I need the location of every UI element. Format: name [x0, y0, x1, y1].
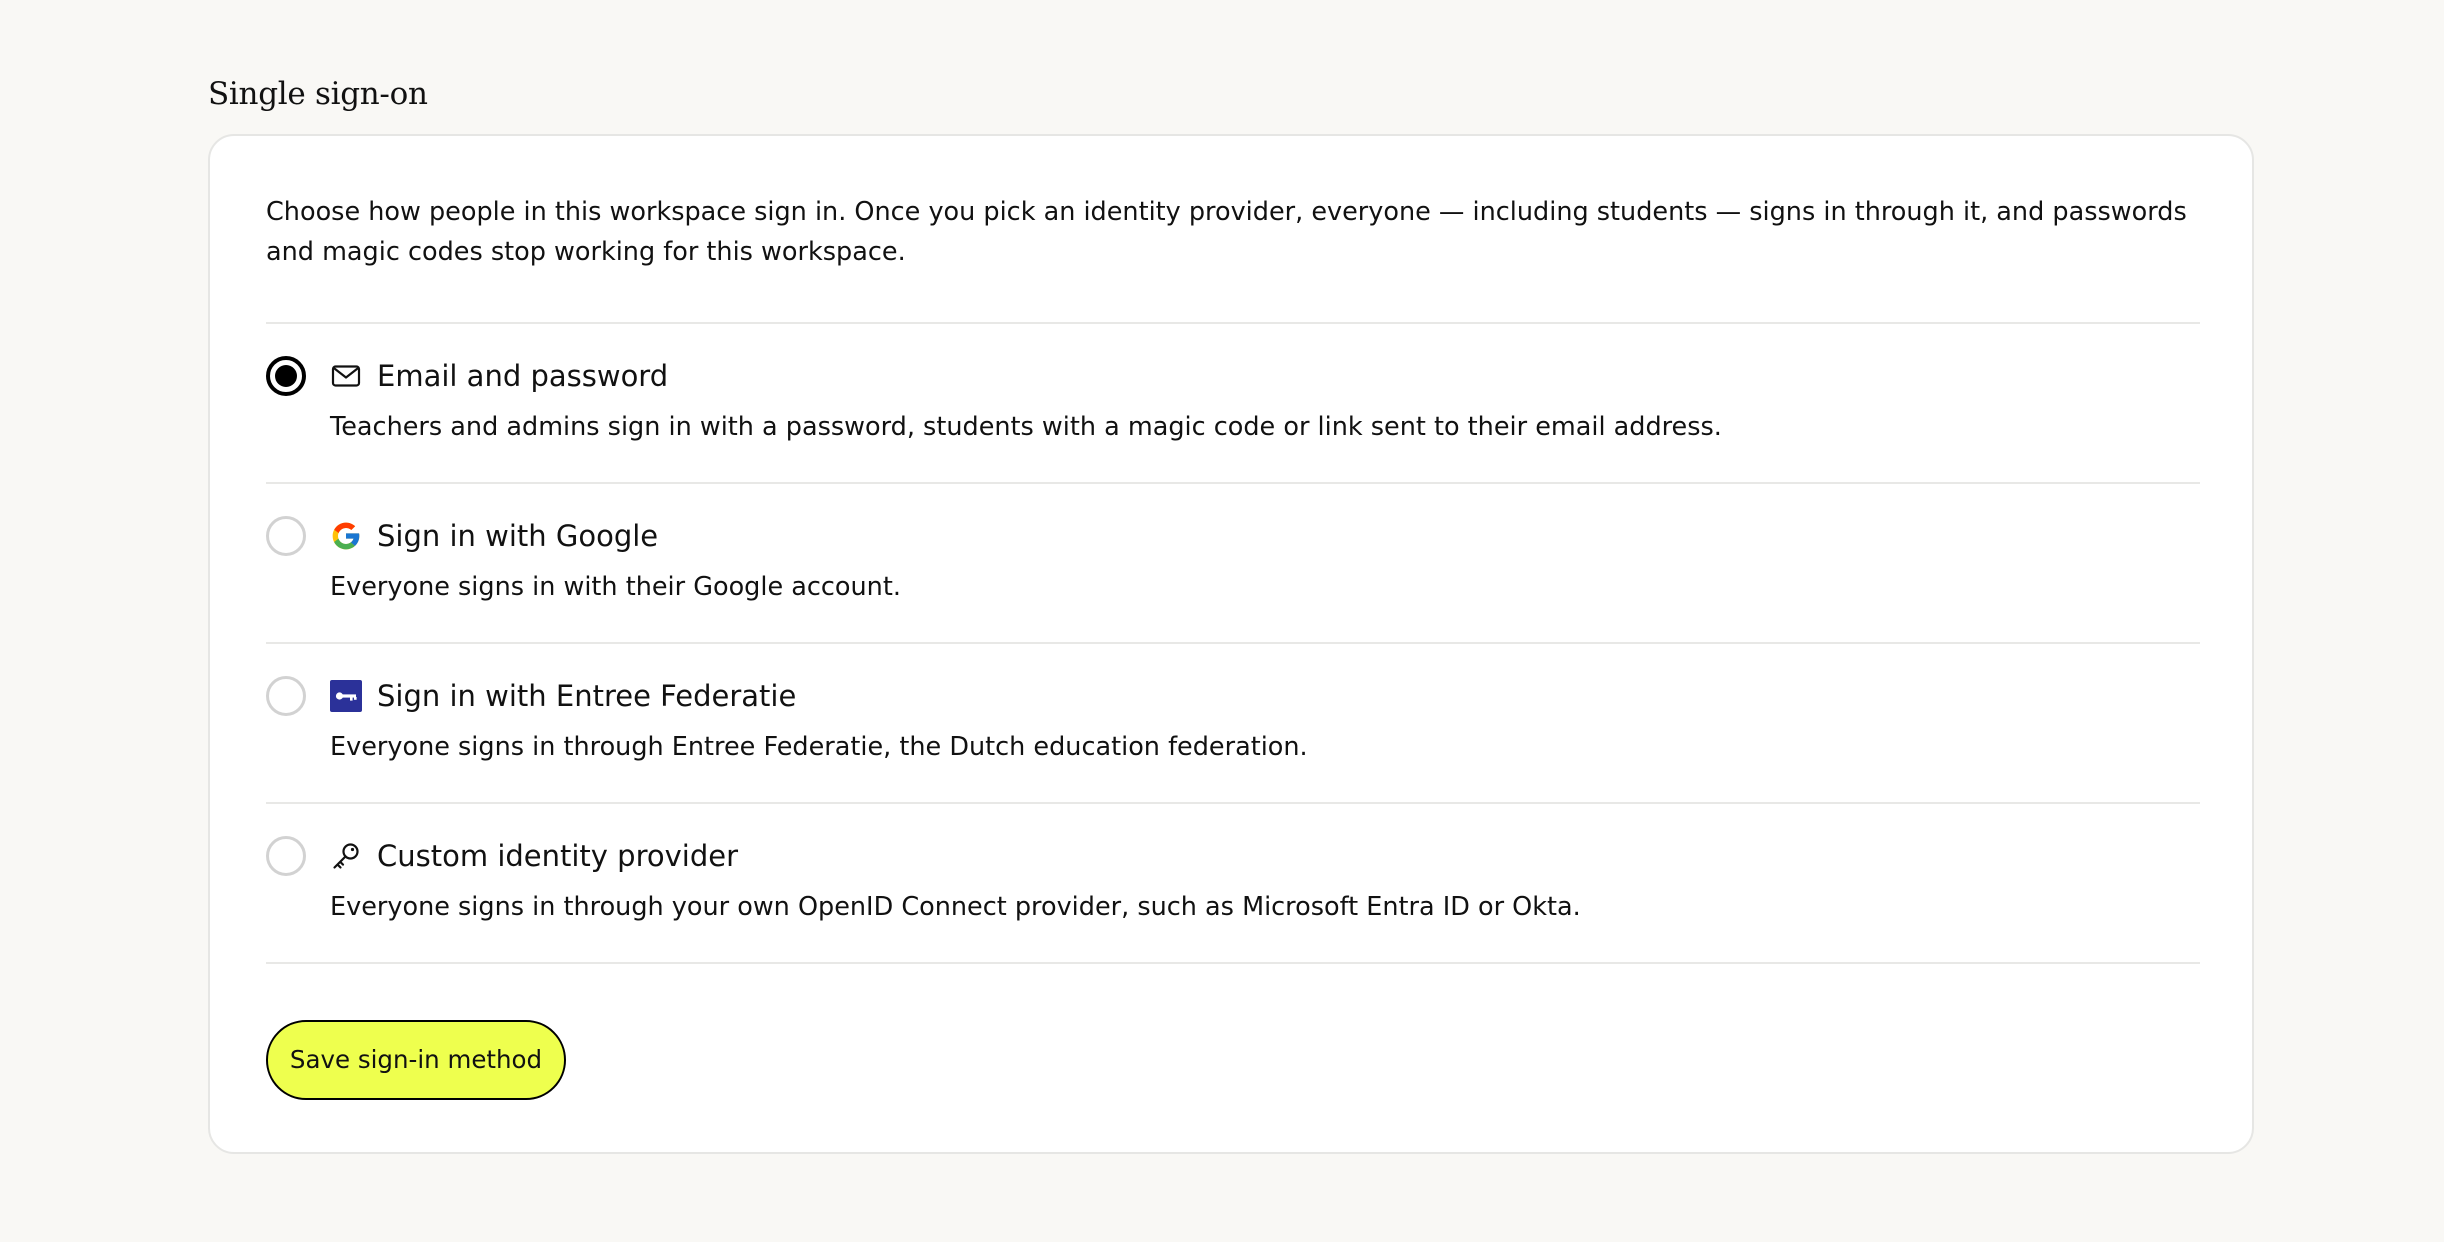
option-title: Email and password	[377, 359, 669, 393]
sign-in-method-options: Email and password Teachers and admins s…	[266, 322, 2200, 964]
option-title: Custom identity provider	[377, 839, 739, 873]
google-icon	[330, 520, 362, 552]
mail-icon	[330, 360, 362, 392]
option-google[interactable]: Sign in with Google Everyone signs in wi…	[266, 484, 2200, 644]
radio-custom-idp[interactable]	[266, 836, 306, 876]
radio-entree-federatie[interactable]	[266, 676, 306, 716]
radio-email-password[interactable]	[266, 356, 306, 396]
option-title: Sign in with Entree Federatie	[377, 679, 797, 713]
option-custom-idp[interactable]: Custom identity provider Everyone signs …	[266, 804, 2200, 964]
save-sign-in-method-button[interactable]: Save sign-in method	[266, 1020, 566, 1100]
entree-federatie-key-icon	[330, 680, 362, 712]
option-description: Everyone signs in with their Google acco…	[330, 572, 901, 602]
option-description: Everyone signs in through Entree Federat…	[330, 732, 1308, 762]
sso-intro-text: Choose how people in this workspace sign…	[266, 197, 2187, 267]
radio-google[interactable]	[266, 516, 306, 556]
option-description: Everyone signs in through your own OpenI…	[330, 892, 1581, 922]
key-icon	[330, 840, 362, 872]
option-email-password[interactable]: Email and password Teachers and admins s…	[266, 324, 2200, 484]
option-entree-federatie[interactable]: Sign in with Entree Federatie Everyone s…	[266, 644, 2200, 804]
sso-card: Choose how people in this workspace sign…	[208, 134, 2254, 1154]
section-title: Single sign-on	[208, 76, 428, 112]
option-description: Teachers and admins sign in with a passw…	[330, 412, 1722, 442]
option-title: Sign in with Google	[377, 519, 659, 553]
